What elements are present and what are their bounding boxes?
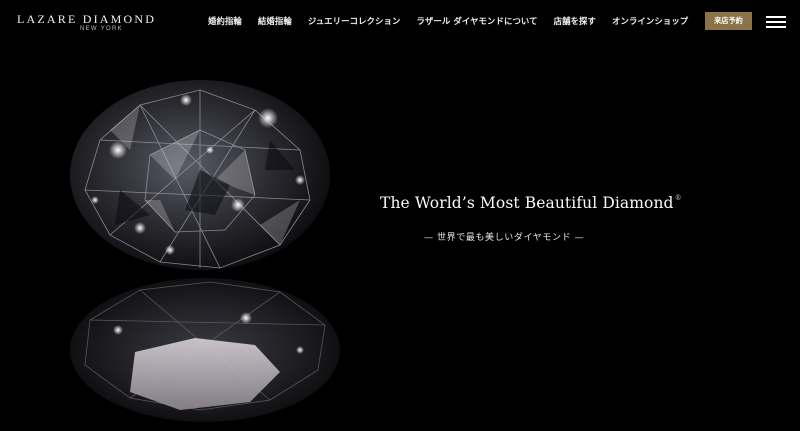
- hero-title: The World’s Most Beautiful Diamond®: [380, 194, 682, 212]
- logo-name: LAZARE DIAMOND: [17, 12, 157, 26]
- page: LAZARE DIAMOND NEW YORK 婚約指輪 結婚指輪 ジュエリーコ…: [0, 0, 800, 431]
- menu-line: [766, 26, 786, 28]
- menu-line: [766, 16, 786, 18]
- menu-line: [766, 21, 786, 23]
- nav-item-stores[interactable]: 店舗を探す: [554, 15, 596, 27]
- diamond-reflection-shape: [70, 278, 340, 422]
- hero-title-text: The World’s Most Beautiful Diamond: [380, 194, 674, 212]
- reserve-button[interactable]: 来店予約: [705, 12, 752, 30]
- hero-diamond-image: [70, 80, 340, 422]
- diamond-top-shape: [70, 80, 330, 270]
- brand-logo[interactable]: LAZARE DIAMOND NEW YORK: [17, 12, 157, 36]
- nav-item-about[interactable]: ラザール ダイヤモンドについて: [416, 15, 537, 27]
- main-nav: 婚約指輪 結婚指輪 ジュエリーコレクション ラザール ダイヤモンドについて 店舗…: [208, 14, 688, 28]
- nav-item-marriage[interactable]: 結婚指輪: [258, 15, 292, 27]
- nav-item-jewelry[interactable]: ジュエリーコレクション: [308, 15, 401, 27]
- logo-sub: NEW YORK: [80, 26, 123, 32]
- site-header: LAZARE DIAMOND NEW YORK 婚約指輪 結婚指輪 ジュエリーコ…: [0, 0, 800, 42]
- nav-item-online[interactable]: オンラインショップ: [612, 15, 688, 27]
- hamburger-menu-icon[interactable]: [766, 14, 786, 28]
- hero-subtitle: — 世界で最も美しいダイヤモンド —: [424, 233, 585, 243]
- registered-mark: ®: [674, 194, 682, 202]
- nav-item-engagement[interactable]: 婚約指輪: [208, 15, 242, 27]
